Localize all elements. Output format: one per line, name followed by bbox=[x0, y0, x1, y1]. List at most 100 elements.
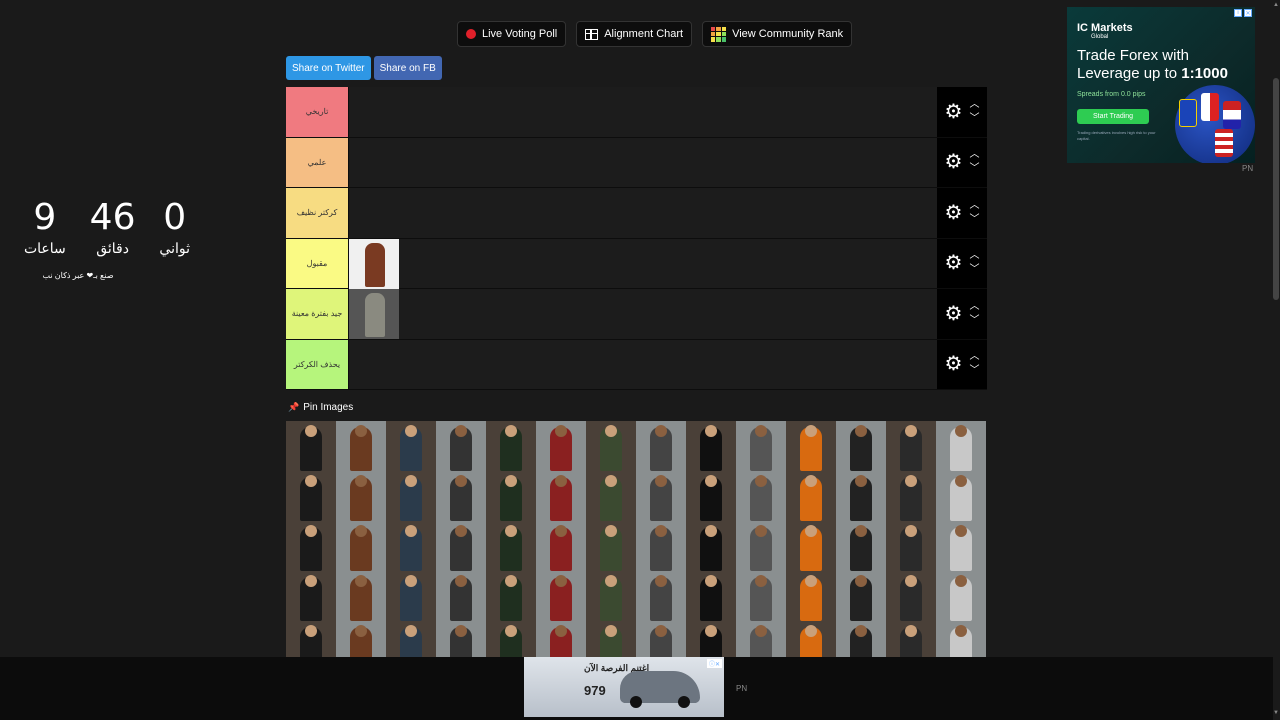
character-thumbnail[interactable] bbox=[836, 571, 886, 621]
tier-dropzone[interactable] bbox=[349, 339, 937, 389]
character-thumbnail[interactable] bbox=[586, 471, 636, 521]
chevron-up-icon[interactable]: ︿ bbox=[969, 199, 979, 213]
character-thumbnail[interactable] bbox=[686, 471, 736, 521]
character-thumbnail[interactable] bbox=[886, 621, 936, 660]
character-thumbnail[interactable] bbox=[686, 421, 736, 471]
character-thumbnail[interactable] bbox=[386, 471, 436, 521]
character-thumbnail[interactable] bbox=[636, 521, 686, 571]
character-thumbnail[interactable] bbox=[336, 421, 386, 471]
scrollbar-thumb[interactable] bbox=[1273, 78, 1279, 300]
gear-icon[interactable]: ⚙ bbox=[945, 354, 963, 374]
character-thumbnail[interactable] bbox=[636, 421, 686, 471]
tier-label[interactable]: علمي bbox=[286, 137, 349, 187]
tier-dropzone[interactable] bbox=[349, 289, 937, 339]
character-thumbnail[interactable] bbox=[536, 471, 586, 521]
character-thumbnail[interactable] bbox=[586, 621, 636, 660]
character-thumbnail[interactable] bbox=[486, 521, 536, 571]
character-thumbnail[interactable] bbox=[286, 621, 336, 660]
gear-icon[interactable]: ⚙ bbox=[945, 304, 963, 324]
character-thumbnail[interactable] bbox=[386, 621, 436, 660]
scroll-down-icon[interactable]: ▼ bbox=[1272, 710, 1280, 716]
character-thumbnail[interactable] bbox=[386, 421, 436, 471]
chevron-down-icon[interactable]: ﹀ bbox=[969, 263, 979, 277]
character-thumbnail[interactable] bbox=[386, 571, 436, 621]
character-thumbnail[interactable] bbox=[486, 471, 536, 521]
scroll-up-icon[interactable]: ▲ bbox=[1272, 2, 1280, 8]
alignment-chart-button[interactable]: Alignment Chart bbox=[576, 21, 693, 47]
character-thumbnail[interactable] bbox=[349, 238, 399, 289]
tier-dropzone[interactable] bbox=[349, 137, 937, 187]
chevron-up-icon[interactable]: ︿ bbox=[969, 148, 979, 162]
character-thumbnail[interactable] bbox=[936, 471, 986, 521]
tier-label[interactable]: جيد بفترة معينة bbox=[286, 289, 349, 339]
character-thumbnail[interactable] bbox=[836, 521, 886, 571]
character-thumbnail[interactable] bbox=[736, 621, 786, 660]
character-thumbnail[interactable] bbox=[486, 571, 536, 621]
character-thumbnail[interactable] bbox=[536, 421, 586, 471]
character-thumbnail[interactable] bbox=[536, 521, 586, 571]
character-thumbnail[interactable] bbox=[736, 421, 786, 471]
tier-dropzone[interactable] bbox=[349, 238, 937, 289]
gear-icon[interactable]: ⚙ bbox=[945, 253, 963, 273]
bottom-advertisement[interactable]: اغتنم الفرصة الآن 979 ⓘ✕ bbox=[524, 657, 724, 717]
character-thumbnail[interactable] bbox=[936, 421, 986, 471]
character-thumbnail[interactable] bbox=[336, 571, 386, 621]
character-thumbnail[interactable] bbox=[786, 621, 836, 660]
chevron-up-icon[interactable]: ︿ bbox=[969, 350, 979, 364]
character-thumbnail[interactable] bbox=[436, 471, 486, 521]
character-thumbnail[interactable] bbox=[336, 621, 386, 660]
character-thumbnail[interactable] bbox=[686, 521, 736, 571]
tier-label[interactable]: تاريخي bbox=[286, 87, 349, 137]
tier-label[interactable]: كركتر نظيف bbox=[286, 188, 349, 238]
gear-icon[interactable]: ⚙ bbox=[945, 203, 963, 223]
character-thumbnail[interactable] bbox=[636, 621, 686, 660]
live-voting-poll-button[interactable]: Live Voting Poll bbox=[457, 21, 567, 47]
character-thumbnail[interactable] bbox=[786, 471, 836, 521]
character-thumbnail[interactable] bbox=[736, 521, 786, 571]
character-thumbnail[interactable] bbox=[286, 571, 336, 621]
character-thumbnail[interactable] bbox=[886, 471, 936, 521]
share-facebook-button[interactable]: Share on FB bbox=[373, 56, 442, 80]
character-thumbnail[interactable] bbox=[636, 471, 686, 521]
character-thumbnail[interactable] bbox=[486, 421, 536, 471]
character-thumbnail[interactable] bbox=[436, 621, 486, 660]
character-thumbnail[interactable] bbox=[636, 571, 686, 621]
character-thumbnail[interactable] bbox=[336, 521, 386, 571]
chevron-down-icon[interactable]: ﹀ bbox=[969, 364, 979, 378]
tier-label[interactable]: مقبول bbox=[286, 238, 349, 288]
character-thumbnail[interactable] bbox=[436, 521, 486, 571]
character-thumbnail[interactable] bbox=[436, 571, 486, 621]
character-thumbnail[interactable] bbox=[586, 521, 636, 571]
character-thumbnail[interactable] bbox=[836, 421, 886, 471]
chevron-up-icon[interactable]: ︿ bbox=[969, 98, 979, 112]
close-icon[interactable]: ⓘ✕ bbox=[706, 659, 722, 668]
character-thumbnail[interactable] bbox=[936, 571, 986, 621]
character-thumbnail[interactable] bbox=[686, 621, 736, 660]
close-icon[interactable]: ✕ bbox=[1244, 9, 1252, 17]
community-rank-button[interactable]: View Community Rank bbox=[702, 21, 853, 47]
gear-icon[interactable]: ⚙ bbox=[945, 152, 963, 172]
tier-label[interactable]: يحذف الكركتر bbox=[286, 339, 349, 389]
character-thumbnail[interactable] bbox=[786, 421, 836, 471]
ad-cta-button[interactable]: Start Trading bbox=[1077, 109, 1150, 124]
character-thumbnail[interactable] bbox=[336, 471, 386, 521]
character-thumbnail[interactable] bbox=[836, 621, 886, 660]
character-thumbnail[interactable] bbox=[786, 521, 836, 571]
page-scrollbar[interactable]: ▲ ▼ bbox=[1272, 0, 1280, 720]
gear-icon[interactable]: ⚙ bbox=[945, 102, 963, 122]
tier-dropzone[interactable] bbox=[349, 188, 937, 238]
chevron-down-icon[interactable]: ﹀ bbox=[969, 162, 979, 176]
character-thumbnail[interactable] bbox=[536, 621, 586, 660]
chevron-up-icon[interactable]: ︿ bbox=[969, 249, 979, 263]
character-thumbnail[interactable] bbox=[286, 521, 336, 571]
character-thumbnail[interactable] bbox=[886, 421, 936, 471]
character-thumbnail[interactable] bbox=[786, 571, 836, 621]
character-thumbnail[interactable] bbox=[886, 521, 936, 571]
ad-info-icon[interactable]: i bbox=[1234, 9, 1242, 17]
character-thumbnail[interactable] bbox=[936, 521, 986, 571]
chevron-up-icon[interactable]: ︿ bbox=[969, 300, 979, 314]
character-thumbnail[interactable] bbox=[536, 571, 586, 621]
character-thumbnail[interactable] bbox=[836, 471, 886, 521]
chevron-down-icon[interactable]: ﹀ bbox=[969, 314, 979, 328]
character-thumbnail[interactable] bbox=[936, 621, 986, 660]
